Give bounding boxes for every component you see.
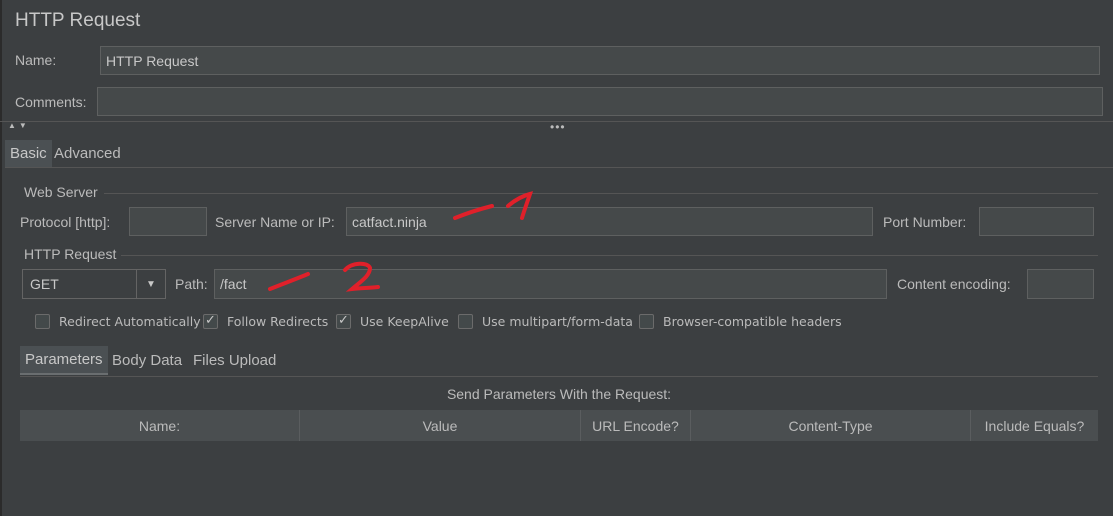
- annotation-digit-2-stroke: [343, 261, 380, 292]
- annotation-digit-2: 2: [0, 0, 1, 1]
- annotation-overlay: 1 2: [0, 0, 534, 292]
- annotation-digit-1-stroke: [506, 191, 534, 220]
- annotation-dash-1: [453, 204, 494, 220]
- annotation-dash-2: [268, 272, 310, 291]
- annotation-digit-1: 1: [0, 0, 1, 1]
